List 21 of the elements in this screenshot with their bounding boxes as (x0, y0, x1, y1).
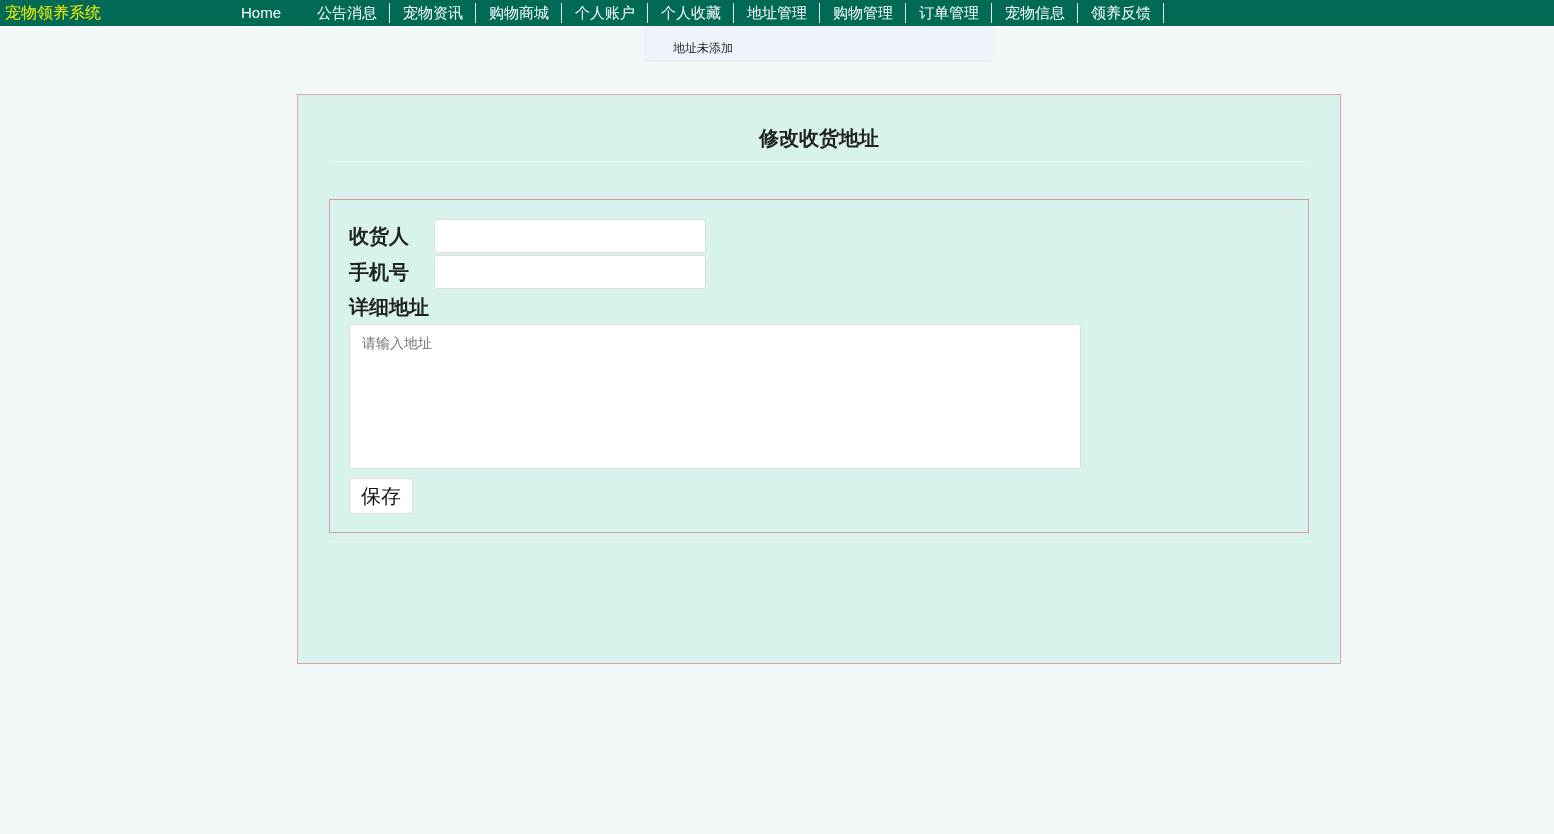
field-label: 收货人 (349, 224, 410, 249)
nav-link[interactable]: 公告消息 (304, 3, 390, 23)
save-button[interactable]: 保存 (349, 478, 413, 514)
toast-message: 地址未添加 (645, 26, 993, 60)
address-textarea[interactable]: 请输入地址 (349, 324, 1081, 469)
site-title: 宠物领养系统 (4, 3, 102, 23)
nav-link[interactable]: 地址管理 (734, 3, 820, 23)
input-field[interactable] (434, 255, 706, 289)
nav-link[interactable]: 个人收藏 (648, 3, 734, 23)
nav-link[interactable]: 个人账户 (562, 3, 648, 23)
nav-link[interactable]: 宠物资讯 (390, 3, 476, 23)
nav-link[interactable]: 订单管理 (906, 3, 992, 23)
nav-link[interactable]: 购物商城 (476, 3, 562, 23)
field-label: 手机号 (349, 260, 410, 285)
page-title: 修改收货地址 (758, 126, 880, 151)
nav-link[interactable]: 宠物信息 (992, 3, 1078, 23)
nav-link[interactable]: 购物管理 (820, 3, 906, 23)
nav-link[interactable]: 领养反馈 (1078, 3, 1164, 23)
input-field[interactable] (434, 219, 706, 253)
nav-link[interactable]: Home (236, 0, 281, 26)
field-label: 详细地址 (349, 295, 430, 320)
